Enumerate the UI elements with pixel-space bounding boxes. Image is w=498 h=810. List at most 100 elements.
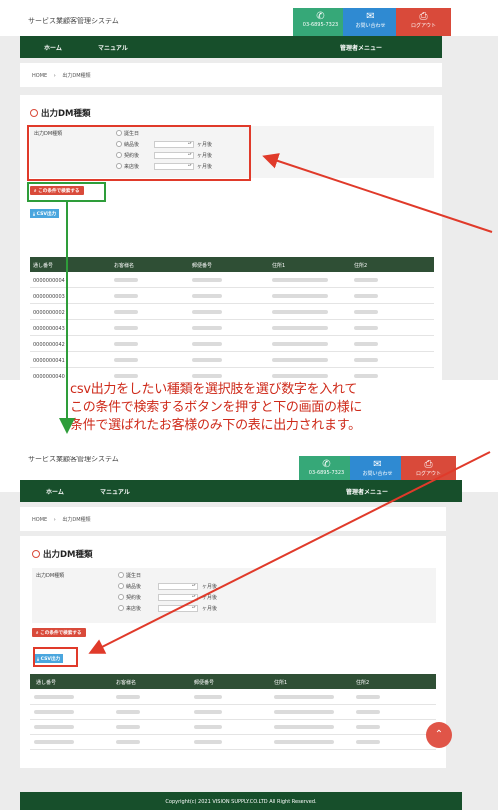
caption-line: 条件で選ばれたお客様のみ下の表に出力されます。 bbox=[70, 418, 361, 433]
search-button[interactable]: ⌕ この条件で検索する bbox=[32, 628, 86, 637]
search-highlight-box bbox=[27, 182, 106, 202]
caption-line: csv出力をしたい種類を選択肢を選び数字を入れて bbox=[70, 382, 358, 397]
breadcrumb: HOME › 出力DM種類 bbox=[20, 63, 442, 87]
option-after-delivery[interactable]: 納品後 bbox=[118, 583, 141, 590]
table-row: 0000000041 bbox=[30, 352, 434, 368]
breadcrumb-separator: › bbox=[53, 517, 56, 523]
nav-home[interactable]: ホーム bbox=[46, 487, 64, 496]
options-highlight-box bbox=[27, 125, 251, 181]
redacted-cell bbox=[354, 278, 378, 282]
nav-manual[interactable]: マニュアル bbox=[100, 487, 130, 496]
table-row: 0000000004 bbox=[30, 272, 434, 288]
footer: Copyright(c) 2021 VISION SUPPLY.CO.LTD A… bbox=[20, 792, 462, 810]
radio-icon[interactable] bbox=[118, 572, 124, 578]
redacted-cell bbox=[356, 725, 380, 729]
table-row: 0000000042 bbox=[30, 336, 434, 352]
redacted-cell bbox=[114, 294, 138, 298]
redacted-cell bbox=[354, 326, 378, 330]
redacted-cell bbox=[34, 740, 74, 744]
serial-cell: 0000000043 bbox=[33, 326, 65, 332]
redacted-cell bbox=[354, 358, 378, 362]
main-nav: ホーム マニュアル 管理者メニュー bbox=[20, 480, 462, 502]
redacted-cell bbox=[354, 342, 378, 346]
system-title: サービス業顧客管理システム bbox=[28, 17, 119, 25]
th-serial: 通し番号 bbox=[33, 263, 54, 269]
breadcrumb-home[interactable]: HOME bbox=[32, 73, 47, 79]
option-birthday[interactable]: 誕生日 bbox=[118, 572, 141, 579]
form-area: 出力DM種類 誕生日 納品後 ヶ月後 契約後 ヶ月後 来店後 ヶ月後 bbox=[32, 568, 436, 623]
serial-cell: 0000000041 bbox=[33, 358, 65, 364]
csv-highlight-box bbox=[33, 647, 78, 667]
redacted-cell bbox=[272, 326, 328, 330]
table-header: 通し番号 お客様名 郵便番号 住所1 住所2 bbox=[30, 257, 434, 272]
mail-icon: ✉ bbox=[373, 459, 382, 470]
table-header: 通し番号 お客様名 郵便番号 住所1 住所2 bbox=[30, 674, 436, 689]
table-row: 0000000003 bbox=[30, 288, 434, 304]
breadcrumb-home[interactable]: HOME bbox=[32, 517, 47, 523]
breadcrumb: HOME › 出力DM種類 bbox=[20, 507, 446, 531]
option-after-contract[interactable]: 契約後 bbox=[118, 594, 141, 601]
form-label: 出力DM種類 bbox=[36, 573, 65, 579]
redacted-cell bbox=[274, 710, 334, 714]
redacted-cell bbox=[192, 374, 222, 378]
redacted-cell bbox=[194, 740, 222, 744]
table-row bbox=[30, 689, 436, 705]
table-row: 0000000043 bbox=[30, 320, 434, 336]
redacted-cell bbox=[274, 725, 334, 729]
radio-icon[interactable] bbox=[118, 583, 124, 589]
redacted-cell bbox=[272, 294, 328, 298]
unit-label: ヶ月後 bbox=[202, 584, 218, 590]
redacted-cell bbox=[354, 310, 378, 314]
months-input-contract[interactable] bbox=[158, 594, 198, 601]
redacted-cell bbox=[272, 374, 328, 378]
main-nav: ホーム マニュアル 管理者メニュー bbox=[20, 36, 442, 58]
option-after-visit[interactable]: 来店後 bbox=[118, 605, 141, 612]
top-bar: サービス業顧客管理システム ✆ 03-6895-7323 ✉ お問い合わせ ⎙ … bbox=[0, 0, 498, 36]
scroll-to-top-button[interactable]: ⌃ bbox=[426, 722, 452, 748]
nav-admin-menu[interactable]: 管理者メニュー bbox=[346, 487, 388, 496]
redacted-cell bbox=[34, 695, 74, 699]
redacted-cell bbox=[274, 740, 334, 744]
th-address2: 住所2 bbox=[356, 680, 370, 686]
redacted-cell bbox=[192, 278, 222, 282]
caption-line: この条件で検索するボタンを押すと下の画面の様に bbox=[70, 400, 363, 415]
radio-icon[interactable] bbox=[118, 605, 124, 611]
contact-button[interactable]: ✉ お問い合わせ bbox=[343, 8, 398, 36]
redacted-cell bbox=[194, 710, 222, 714]
th-zip: 郵便番号 bbox=[192, 263, 213, 269]
redacted-cell bbox=[114, 342, 138, 346]
chevron-up-icon: ⌃ bbox=[434, 729, 444, 740]
redacted-cell bbox=[192, 326, 222, 330]
screenshot-after: サービス業顧客管理システム ✆ 03-6895-7323 ✉ お問い合わせ ⎙ … bbox=[0, 456, 498, 810]
th-address1: 住所1 bbox=[272, 263, 286, 269]
redacted-cell bbox=[272, 342, 328, 346]
breadcrumb-current: 出力DM種類 bbox=[62, 73, 91, 79]
redacted-cell bbox=[116, 710, 140, 714]
nav-admin-menu[interactable]: 管理者メニュー bbox=[340, 43, 382, 52]
radio-icon[interactable] bbox=[118, 594, 124, 600]
redacted-cell bbox=[354, 294, 378, 298]
nav-home[interactable]: ホーム bbox=[44, 43, 62, 52]
months-input-visit[interactable] bbox=[158, 605, 198, 612]
csv-export-button[interactable]: ⤓ CSV出力 bbox=[30, 209, 60, 218]
redacted-cell bbox=[114, 326, 138, 330]
phone-button[interactable]: ✆ 03-6895-7323 bbox=[293, 8, 348, 36]
serial-cell: 0000000042 bbox=[33, 342, 65, 348]
logout-button[interactable]: ⎙ ログアウト bbox=[396, 8, 451, 36]
nav-manual[interactable]: マニュアル bbox=[98, 43, 128, 52]
redacted-cell bbox=[34, 725, 74, 729]
redacted-cell bbox=[114, 278, 138, 282]
title-circle-icon bbox=[32, 550, 40, 558]
page-title: 出力DM種類 bbox=[30, 107, 91, 119]
redacted-cell bbox=[114, 374, 138, 378]
table-row bbox=[30, 704, 436, 720]
table-row bbox=[30, 734, 436, 750]
redacted-cell bbox=[356, 740, 380, 744]
redacted-cell bbox=[356, 695, 380, 699]
redacted-cell bbox=[114, 358, 138, 362]
table-row: 0000000040 bbox=[30, 368, 434, 380]
months-input-delivery[interactable] bbox=[158, 583, 198, 590]
redacted-cell bbox=[274, 695, 334, 699]
contact-label: お問い合わせ bbox=[355, 23, 386, 29]
redacted-cell bbox=[114, 310, 138, 314]
